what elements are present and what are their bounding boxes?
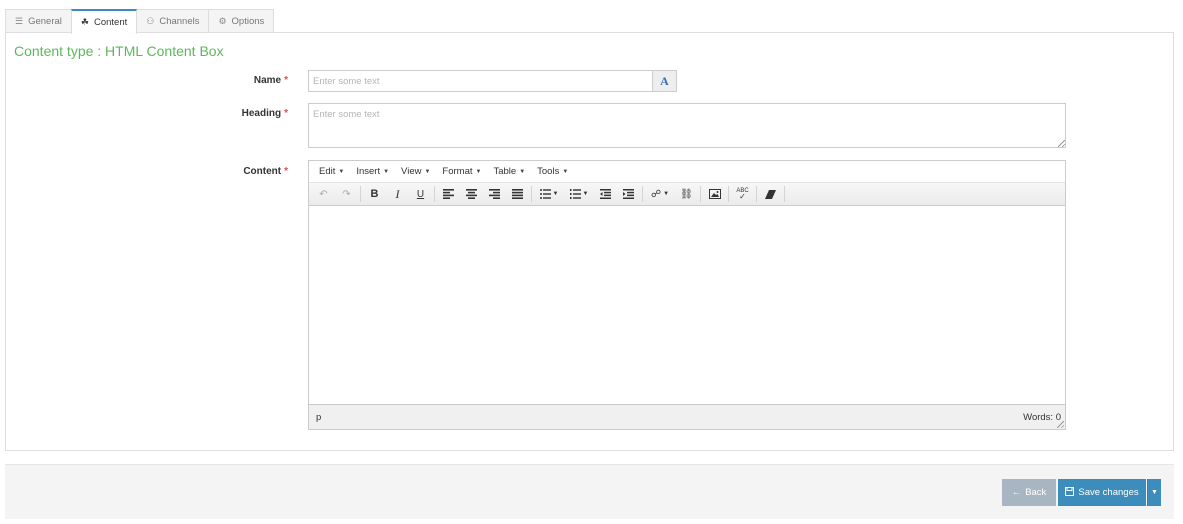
caret-down-icon: ▼ xyxy=(1151,489,1158,496)
editor-toolbar: ↶ ↷ B I U ▼ ▼ ☍ ▼ ⛓ ABC ✓ xyxy=(309,183,1065,206)
sitemap-icon: ⚇ xyxy=(146,16,155,26)
rich-text-editor: Edit ▼ Insert ▼ View ▼ Format ▼ Table ▼ Tools… xyxy=(308,160,1066,430)
save-changes-button[interactable]: Save changes xyxy=(1058,479,1146,506)
editor-statusbar: p Words: 0 xyxy=(309,404,1065,429)
menu-label: Insert xyxy=(356,166,381,177)
required-mark: * xyxy=(284,108,288,119)
sliders-icon: ☰ xyxy=(15,16,24,26)
content-label-text: Content xyxy=(243,166,282,177)
caret-down-icon: ▼ xyxy=(424,168,431,175)
element-path[interactable]: p xyxy=(316,412,321,423)
indent-icon[interactable] xyxy=(617,185,640,204)
name-label-text: Name xyxy=(253,75,282,86)
toolbar-divider xyxy=(728,186,729,202)
menu-label: Tools xyxy=(537,166,560,177)
menu-insert[interactable]: Insert ▼ xyxy=(350,166,395,177)
menu-table[interactable]: Table ▼ xyxy=(487,166,531,177)
caret-down-icon: ▼ xyxy=(475,168,482,175)
gears-icon: ⚙ xyxy=(218,16,227,26)
toolbar-divider xyxy=(756,186,757,202)
shapes-icon: ☘ xyxy=(80,17,89,27)
menu-label: Table xyxy=(493,166,517,177)
italic-icon[interactable]: I xyxy=(386,185,409,204)
tab-content[interactable]: ☘ Content xyxy=(70,9,138,34)
align-center-icon[interactable] xyxy=(460,185,483,204)
tab-general[interactable]: ☰ General xyxy=(5,9,72,33)
numbered-list-icon[interactable]: ▼ xyxy=(564,185,594,204)
toolbar-divider xyxy=(700,186,701,202)
bullet-list-icon[interactable]: ▼ xyxy=(534,185,564,204)
toolbar-divider xyxy=(642,186,643,202)
toolbar-divider xyxy=(434,186,435,202)
resize-handle-icon[interactable] xyxy=(1057,421,1064,428)
word-count: Words: 0 xyxy=(1023,411,1061,423)
spellcheck-icon[interactable]: ABC ✓ xyxy=(731,185,754,204)
tab-label: Content xyxy=(93,17,128,28)
menu-tools[interactable]: Tools ▼ xyxy=(531,166,574,177)
menu-label: Format xyxy=(442,166,473,177)
tab-channels[interactable]: ⚇ Channels xyxy=(136,9,210,33)
align-justify-icon[interactable] xyxy=(506,185,529,204)
menu-edit[interactable]: Edit ▼ xyxy=(313,166,350,177)
editor-content-area[interactable] xyxy=(309,206,1065,404)
tab-label: Channels xyxy=(159,16,200,27)
caret-down-icon: ▼ xyxy=(383,168,390,175)
menu-label: Edit xyxy=(319,166,336,177)
content-type-title: Content type : HTML Content Box xyxy=(14,43,224,59)
caret-down-icon: ▼ xyxy=(519,168,526,175)
tab-label: Options xyxy=(231,16,265,27)
heading-label: Heading * xyxy=(168,108,288,119)
heading-input[interactable] xyxy=(308,103,1066,148)
toolbar-divider xyxy=(531,186,532,202)
caret-down-icon: ▼ xyxy=(562,168,569,175)
floppy-disk-icon xyxy=(1065,486,1075,499)
name-label: Name * xyxy=(168,75,288,86)
menu-view[interactable]: View ▼ xyxy=(395,166,436,177)
bold-icon[interactable]: B xyxy=(363,185,386,204)
toolbar-divider xyxy=(784,186,785,202)
required-mark: * xyxy=(284,166,288,177)
name-input[interactable] xyxy=(308,70,652,92)
editor-menubar: Edit ▼ Insert ▼ View ▼ Format ▼ Table ▼ Tools… xyxy=(309,161,1065,183)
back-button[interactable]: ← Back xyxy=(1002,479,1056,506)
resize-handle-icon[interactable] xyxy=(1058,140,1065,147)
form-footer: ← Back Save changes ▼ xyxy=(5,464,1174,519)
content-panel: Content type : HTML Content Box Name* A … xyxy=(5,32,1174,451)
content-label: Content * xyxy=(168,166,288,177)
back-button-label: Back xyxy=(1025,487,1047,498)
arrow-left-icon: ← xyxy=(1011,487,1022,498)
underline-icon[interactable]: U xyxy=(409,185,432,204)
unlink-icon[interactable]: ⛓ xyxy=(675,185,698,204)
eraser-icon[interactable] xyxy=(759,185,782,204)
align-left-icon[interactable] xyxy=(437,185,460,204)
translate-button[interactable]: A xyxy=(652,70,677,92)
undo-icon[interactable]: ↶ xyxy=(312,185,335,204)
tab-label: General xyxy=(28,16,62,27)
save-options-dropdown[interactable]: ▼ xyxy=(1147,479,1161,506)
menu-format[interactable]: Format ▼ xyxy=(436,166,487,177)
outdent-icon[interactable] xyxy=(594,185,617,204)
caret-down-icon: ▼ xyxy=(338,168,345,175)
align-right-icon[interactable] xyxy=(483,185,506,204)
image-icon[interactable] xyxy=(703,185,726,204)
toolbar-divider xyxy=(360,186,361,202)
save-button-label: Save changes xyxy=(1078,487,1139,498)
required-mark: * xyxy=(284,75,288,86)
tab-options[interactable]: ⚙ Options xyxy=(208,9,275,33)
link-icon[interactable]: ☍ ▼ xyxy=(645,185,675,204)
menu-label: View xyxy=(401,166,422,177)
redo-icon[interactable]: ↷ xyxy=(335,185,358,204)
heading-label-text: Heading xyxy=(241,108,282,119)
tab-bar: ☰ General ☘ Content ⚇ Channels ⚙ Options xyxy=(5,9,275,34)
